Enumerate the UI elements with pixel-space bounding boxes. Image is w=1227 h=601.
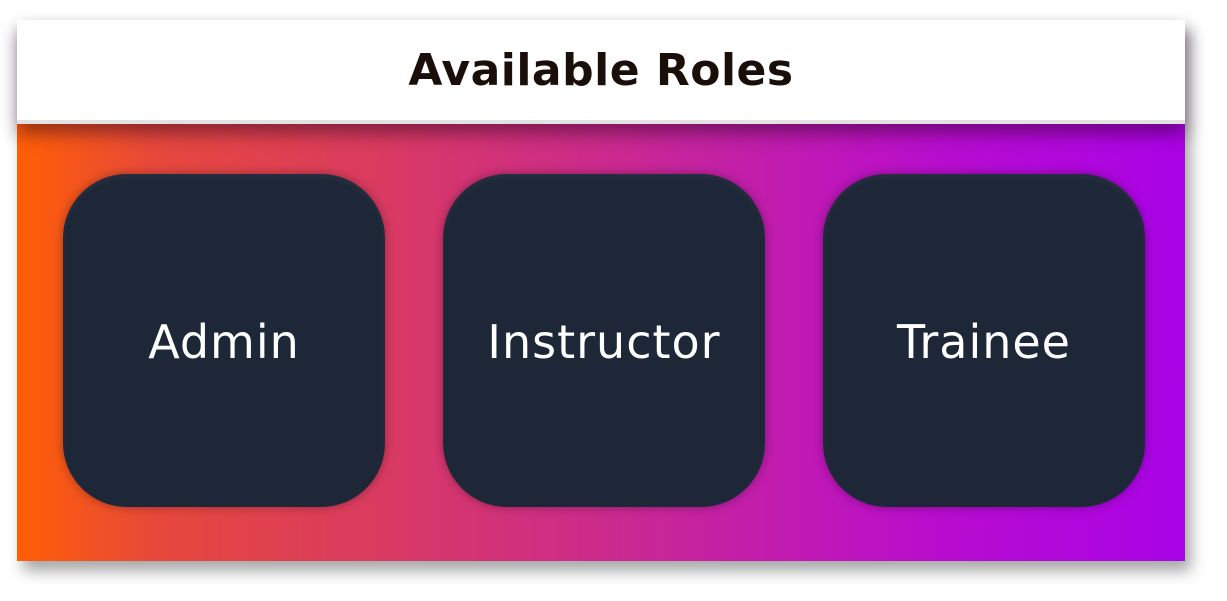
roles-widget: Available Roles Admin Instructor Trainee xyxy=(17,20,1185,561)
role-card-instructor[interactable]: Instructor xyxy=(443,174,765,507)
role-label: Trainee xyxy=(897,314,1071,369)
header-bar: Available Roles xyxy=(17,20,1185,124)
role-card-trainee[interactable]: Trainee xyxy=(823,174,1145,507)
page-title: Available Roles xyxy=(408,44,794,96)
role-label: Instructor xyxy=(487,314,721,369)
role-card-admin[interactable]: Admin xyxy=(63,174,385,507)
role-label: Admin xyxy=(148,314,300,369)
roles-panel: Admin Instructor Trainee xyxy=(17,124,1185,561)
